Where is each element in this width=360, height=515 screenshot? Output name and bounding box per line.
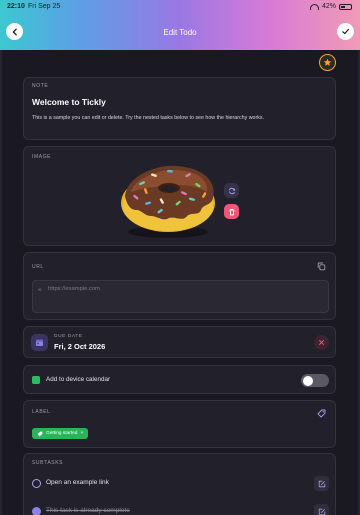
page-title: Edit Todo bbox=[163, 28, 197, 37]
subtask-text[interactable]: Open an example link bbox=[46, 479, 109, 486]
calendar-small-icon bbox=[32, 376, 40, 384]
calendar-icon bbox=[31, 334, 48, 351]
label-section-label: LABEL bbox=[32, 409, 51, 415]
status-right: 42% bbox=[309, 3, 352, 10]
edit-icon bbox=[318, 480, 325, 487]
subtask-checkbox[interactable] bbox=[32, 479, 41, 488]
donut-image[interactable] bbox=[117, 156, 220, 242]
delete-image-button[interactable] bbox=[224, 204, 239, 219]
url-placeholder: https://example.com bbox=[48, 286, 100, 292]
due-date-label: DUE DATE bbox=[54, 334, 83, 339]
device-calendar-toggle[interactable] bbox=[301, 374, 329, 387]
device-calendar-label: Add to device calendar bbox=[46, 376, 111, 383]
replace-image-button[interactable] bbox=[224, 183, 239, 198]
favorite-button[interactable] bbox=[319, 54, 336, 71]
battery-icon bbox=[339, 3, 352, 10]
due-date-value[interactable]: Fri, 2 Oct 2026 bbox=[54, 342, 105, 351]
tag-small-icon bbox=[37, 431, 43, 436]
label-chip-text: Getting started bbox=[46, 431, 78, 436]
subtask-edit-button[interactable] bbox=[314, 504, 329, 515]
image-label: IMAGE bbox=[32, 154, 52, 160]
subtask-row[interactable]: Open an example link bbox=[24, 474, 337, 494]
image-card: IMAGE bbox=[23, 146, 336, 246]
subtasks-card: SUBTASKS Open an example link This task … bbox=[23, 453, 336, 515]
donut-illustration bbox=[121, 165, 215, 238]
status-time: 22:10 bbox=[7, 3, 25, 10]
note-body[interactable]: This is a sample you can edit or delete.… bbox=[32, 115, 264, 121]
clear-due-date-button[interactable] bbox=[314, 335, 329, 350]
subtask-row[interactable]: This task is already complete bbox=[24, 502, 337, 515]
status-bar: 22:10 Fri Sep 25 42% bbox=[0, 2, 360, 14]
note-label: NOTE bbox=[32, 83, 49, 89]
refresh-icon bbox=[228, 187, 235, 194]
device-calendar-row: Add to device calendar bbox=[23, 365, 336, 394]
due-date-card[interactable]: DUE DATE Fri, 2 Oct 2026 bbox=[23, 326, 336, 358]
note-title[interactable]: Welcome to Tickly bbox=[32, 97, 106, 107]
label-card: LABEL Getting started × bbox=[23, 400, 336, 448]
subtask-checkbox-checked[interactable] bbox=[32, 507, 41, 515]
subtask-edit-button[interactable] bbox=[314, 476, 329, 491]
url-input[interactable]: ∞ https://example.com bbox=[32, 280, 329, 313]
trash-icon bbox=[229, 208, 234, 215]
edit-icon bbox=[318, 508, 325, 515]
status-date: Fri Sep 25 bbox=[28, 3, 61, 10]
save-button[interactable] bbox=[337, 23, 354, 40]
close-icon bbox=[319, 340, 324, 345]
checkmark-icon bbox=[342, 28, 349, 35]
wifi-icon bbox=[309, 3, 319, 10]
tag-icon[interactable] bbox=[317, 409, 326, 418]
link-icon: ∞ bbox=[38, 287, 42, 293]
chip-remove-icon[interactable]: × bbox=[80, 431, 83, 436]
toggle-knob bbox=[302, 375, 313, 386]
subtasks-label: SUBTASKS bbox=[32, 460, 64, 466]
header-bar: 22:10 Fri Sep 25 42% Edit Todo bbox=[0, 0, 360, 50]
battery-percent: 42% bbox=[321, 3, 336, 10]
subtask-text[interactable]: This task is already complete bbox=[46, 507, 130, 514]
url-label: URL bbox=[32, 264, 44, 270]
star-icon bbox=[323, 58, 332, 66]
note-card[interactable]: NOTE Welcome to Tickly This is a sample … bbox=[23, 77, 336, 140]
url-card: URL ∞ https://example.com bbox=[23, 252, 336, 320]
copy-icon[interactable] bbox=[317, 262, 326, 271]
label-chip[interactable]: Getting started × bbox=[32, 428, 89, 439]
